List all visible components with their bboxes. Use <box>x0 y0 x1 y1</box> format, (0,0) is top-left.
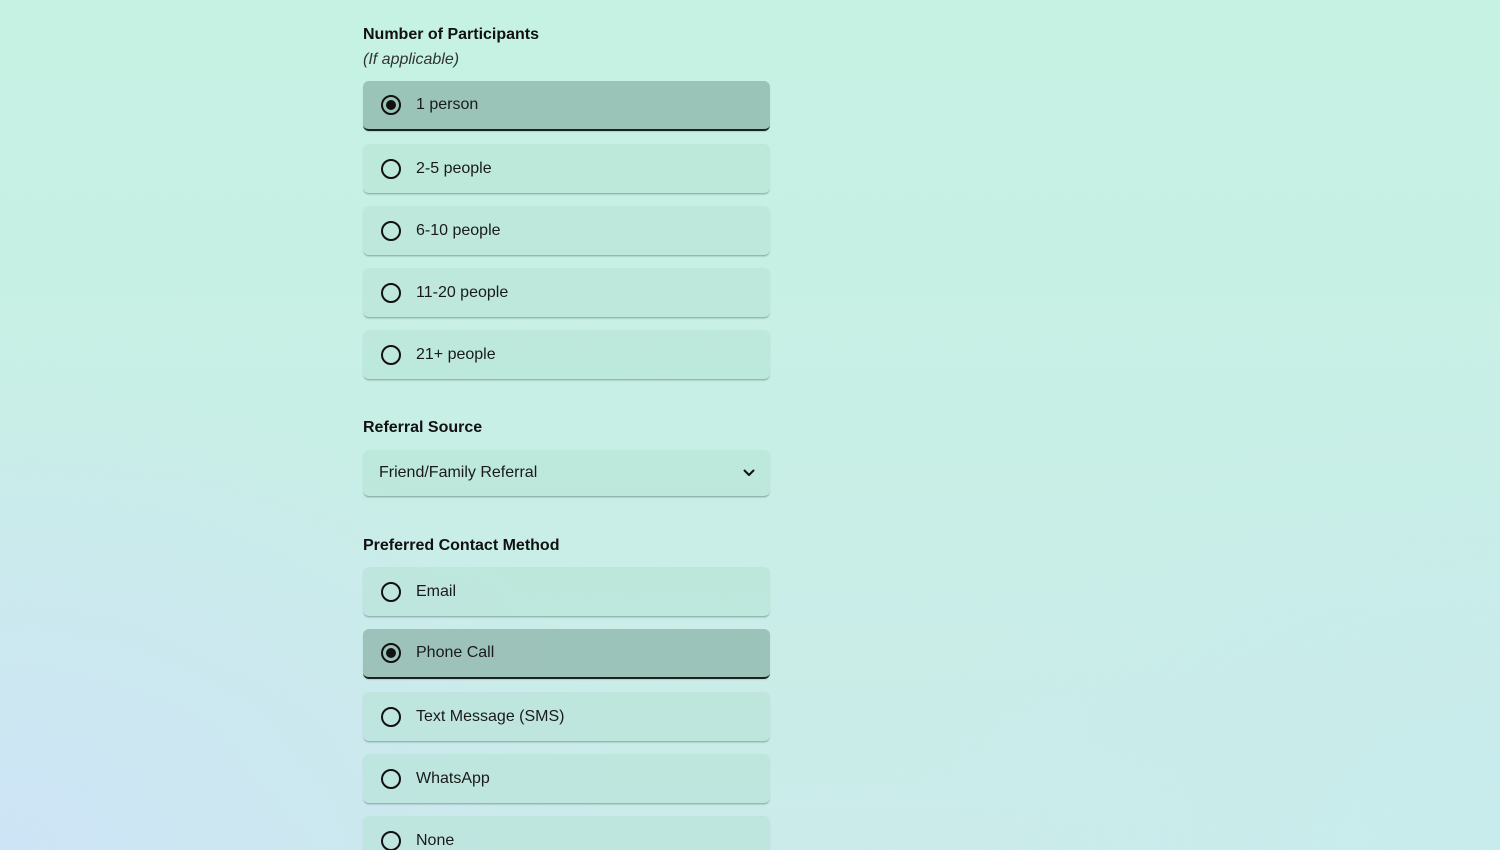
participants-option-21-plus[interactable]: 21+ people <box>363 330 770 380</box>
option-label: Phone Call <box>416 644 495 661</box>
participants-option-2-5[interactable]: 2-5 people <box>363 144 770 194</box>
radio-button-icon <box>381 220 401 241</box>
participants-label: Number of Participants <box>363 26 540 43</box>
radio-button-icon <box>381 706 401 727</box>
referral-source-select[interactable]: Friend/Family Referral <box>363 450 770 497</box>
contact-option-sms[interactable]: Text Message (SMS) <box>363 692 770 742</box>
radio-button-icon <box>381 643 401 663</box>
participants-option-6-10[interactable]: 6-10 people <box>363 206 770 256</box>
chevron-down-icon <box>743 469 755 476</box>
contact-section: Preferred Contact Method Email Phone Cal… <box>363 536 770 850</box>
option-label: 2-5 people <box>416 159 492 177</box>
option-label: 6-10 people <box>416 221 501 239</box>
option-label: Email <box>416 582 457 600</box>
radio-button-icon <box>381 344 401 365</box>
referral-selected-value: Friend/Family Referral <box>379 464 538 481</box>
radio-button-icon <box>381 581 401 602</box>
radio-button-icon <box>381 158 401 179</box>
option-label: None <box>416 831 455 849</box>
radio-button-icon <box>381 830 401 850</box>
radio-button-icon <box>381 768 401 789</box>
referral-section: Referral Source Friend/Family Referral <box>363 418 770 497</box>
participants-option-11-20[interactable]: 11-20 people <box>363 268 770 318</box>
participants-option-1[interactable]: 1 person <box>363 81 770 131</box>
option-label: 21+ people <box>416 345 496 363</box>
contact-option-whatsapp[interactable]: WhatsApp <box>363 754 770 804</box>
option-label: Text Message (SMS) <box>416 707 565 725</box>
contact-label: Preferred Contact Method <box>363 537 560 554</box>
contact-option-email[interactable]: Email <box>363 567 770 617</box>
radio-button-icon <box>381 95 401 115</box>
contact-radio-group: Email Phone Call Text Message (SMS) What… <box>363 567 770 850</box>
radio-dot-icon <box>386 648 396 658</box>
participants-hint: (If applicable) <box>363 51 460 68</box>
participants-section: Number of Participants (If applicable) 1… <box>363 25 770 380</box>
option-label: 11-20 people <box>416 283 509 301</box>
radio-dot-icon <box>386 100 396 110</box>
contact-option-phone-call[interactable]: Phone Call <box>363 629 770 679</box>
radio-button-icon <box>381 282 401 303</box>
contact-option-none[interactable]: None <box>363 816 770 850</box>
participants-radio-group: 1 person 2-5 people 6-10 people 11-20 pe… <box>363 81 770 380</box>
referral-label: Referral Source <box>363 419 483 436</box>
option-label: WhatsApp <box>416 769 490 787</box>
option-label: 1 person <box>416 96 479 113</box>
